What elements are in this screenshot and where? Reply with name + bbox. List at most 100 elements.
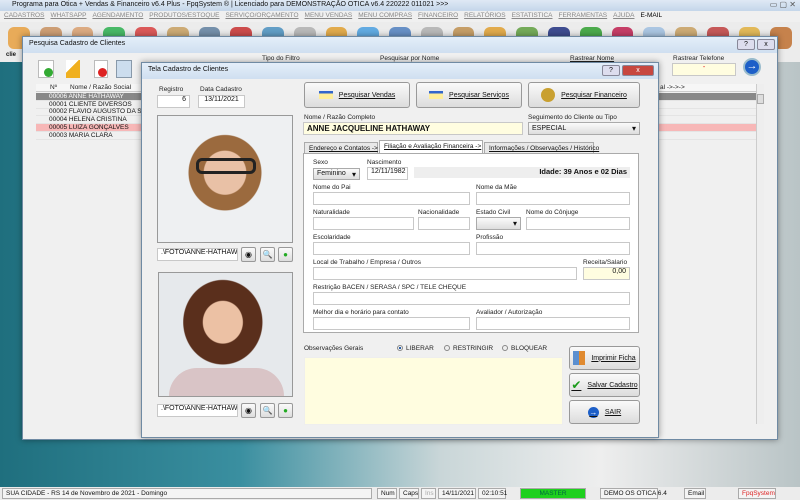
delete-client-icon[interactable] xyxy=(94,60,108,78)
receita-field[interactable]: 0,00 xyxy=(583,267,630,280)
track-phone-input[interactable]: - xyxy=(672,63,736,76)
restricao-field[interactable] xyxy=(313,292,630,305)
dialog-close-button[interactable]: x xyxy=(622,65,654,76)
menu-item[interactable]: WHATSAPP xyxy=(50,12,86,21)
radio-label: LIBERAR xyxy=(406,345,434,352)
row-name: LUIZA GONÇALVES xyxy=(68,123,129,131)
row-name: CLIENTE DIVERSOS xyxy=(68,100,132,108)
menu-item[interactable]: FINANCEIRO xyxy=(418,12,458,21)
arrow-right-icon[interactable]: → xyxy=(743,58,761,76)
menu-item[interactable]: SERVIÇO/ORÇAMENTO xyxy=(225,12,298,21)
nacionalidade-field[interactable] xyxy=(418,217,470,230)
receita-label: Receita/Salario xyxy=(583,259,628,266)
search-services-button[interactable]: Pesquisar Serviços xyxy=(416,82,522,108)
seguimento-select[interactable]: ESPECIAL xyxy=(528,122,640,135)
edit-client-icon[interactable] xyxy=(66,60,80,78)
pai-field[interactable] xyxy=(313,192,470,205)
row-num: 00003 xyxy=(49,131,68,139)
camera-icon[interactable]: ◉ xyxy=(241,403,256,418)
photo-path-2[interactable]: .\FOTO\ANNE-HATHAWAY-0 xyxy=(157,404,238,417)
dialog-title: Tela Cadastro de Clientes xyxy=(142,63,658,79)
button-label: SAIR xyxy=(604,408,622,416)
glasses-detail xyxy=(196,158,256,174)
menu-item[interactable]: AGENDAMENTO xyxy=(92,12,143,21)
trabalho-field[interactable] xyxy=(313,267,577,280)
client-photo-2 xyxy=(158,272,293,397)
row-num: 00006 xyxy=(49,93,68,100)
exit-button[interactable]: → SAIR xyxy=(569,400,640,424)
menu-item[interactable]: PRODUTOS/ESTOQUE xyxy=(149,12,219,21)
data-cadastro-field[interactable]: 13/11/2021 xyxy=(198,95,245,108)
print-button[interactable]: Imprimir Ficha xyxy=(569,346,640,370)
trabalho-label: Local de Trabalho / Empresa / Outros xyxy=(313,259,422,266)
window-controls[interactable]: ▭ ▢ ✕ xyxy=(770,0,796,9)
print-icon[interactable] xyxy=(116,60,132,78)
row-num: 00004 xyxy=(49,116,68,124)
radio-liberar[interactable]: LIBERAR xyxy=(397,345,434,352)
sexo-label: Sexo xyxy=(313,159,328,166)
blouse-detail xyxy=(169,368,284,396)
naturalidade-field[interactable] xyxy=(313,217,414,230)
mae-field[interactable] xyxy=(476,192,630,205)
zoom-icon[interactable]: 🔍 xyxy=(260,247,275,262)
dialog-help-button[interactable]: ? xyxy=(602,65,620,76)
radio-dot xyxy=(502,345,508,351)
sexo-select[interactable]: Feminino xyxy=(313,168,360,180)
menu-item[interactable]: ESTATISTICA xyxy=(512,12,553,21)
button-label: Pesquisar Vendas xyxy=(338,91,396,99)
button-label: Salvar Cadastro xyxy=(587,381,638,389)
nascimento-label: Nascimento xyxy=(367,159,402,166)
list-scrollbar[interactable] xyxy=(756,84,764,424)
new-client-icon[interactable] xyxy=(38,60,54,78)
conjuge-field[interactable] xyxy=(526,217,630,230)
menu-item[interactable]: FERRAMENTAS xyxy=(559,12,608,21)
menu-item[interactable]: AJUDA xyxy=(613,12,634,21)
status-email[interactable]: Email xyxy=(684,488,706,499)
registro-field[interactable]: 6 xyxy=(157,95,190,108)
estado-civil-select[interactable] xyxy=(476,217,521,230)
col-num[interactable]: Nº xyxy=(50,84,57,91)
escolaridade-field[interactable] xyxy=(313,242,470,255)
profissao-field[interactable] xyxy=(476,242,630,255)
obs-textarea[interactable] xyxy=(304,357,563,425)
pai-label: Nome do Pai xyxy=(313,184,351,191)
mae-label: Nome da Mãe xyxy=(476,184,517,191)
menu-item[interactable]: CADASTROS xyxy=(4,12,44,21)
col-name[interactable]: Nome / Razão Social xyxy=(70,84,131,91)
card-icon xyxy=(429,91,444,99)
status-caps: Caps xyxy=(399,488,419,499)
search-financial-button[interactable]: Pesquisar Financeiro xyxy=(528,82,640,108)
status-brand: FpqSystem xyxy=(738,488,776,499)
row-num: 00002 xyxy=(49,108,68,116)
print-icon xyxy=(573,351,586,365)
estado-civil-label: Estado Civil xyxy=(476,209,511,216)
search-sales-button[interactable]: Pesquisar Vendas xyxy=(304,82,410,108)
app-title: Programa para Otica + Vendas & Financeir… xyxy=(12,1,449,8)
menu-email[interactable]: E-MAIL xyxy=(640,12,662,21)
upload-icon[interactable]: ● xyxy=(278,403,293,418)
status-num: Num xyxy=(377,488,397,499)
menu-item[interactable]: MENU COMPRAS xyxy=(358,12,412,21)
nome-field[interactable]: ANNE JACQUELINE HATHAWAY xyxy=(303,122,523,135)
melhor-dia-field[interactable] xyxy=(313,317,470,330)
photo-path-1[interactable]: .\FOTO\ANNE-HATHAWAY-0 xyxy=(157,248,238,261)
col-other[interactable]: al ->->-> xyxy=(660,84,685,91)
menu-item[interactable]: RELATÓRIOS xyxy=(464,12,505,21)
radio-dot xyxy=(444,345,450,351)
avaliador-field[interactable] xyxy=(476,317,630,330)
upload-icon[interactable]: ● xyxy=(278,247,293,262)
nascimento-field[interactable]: 12/11/1982 xyxy=(367,167,408,180)
radio-bloquear[interactable]: BLOQUEAR xyxy=(502,345,547,352)
button-label: Pesquisar Serviços xyxy=(449,91,509,99)
menu-item[interactable]: MENU VENDAS xyxy=(305,12,353,21)
radio-restringir[interactable]: RESTRINGIR xyxy=(444,345,493,352)
camera-icon[interactable]: ◉ xyxy=(241,247,256,262)
zoom-icon[interactable]: 🔍 xyxy=(260,403,275,418)
close-button[interactable]: x xyxy=(757,39,775,50)
save-button[interactable]: ✔ Salvar Cadastro xyxy=(569,373,640,397)
arrow-right-icon: → xyxy=(587,406,599,418)
radio-label: RESTRINGIR xyxy=(453,345,494,352)
coin-icon xyxy=(541,88,556,102)
tab-filiacao[interactable]: Filiação e Avaliação Financeira -> xyxy=(379,140,483,154)
help-button[interactable]: ? xyxy=(737,39,755,50)
